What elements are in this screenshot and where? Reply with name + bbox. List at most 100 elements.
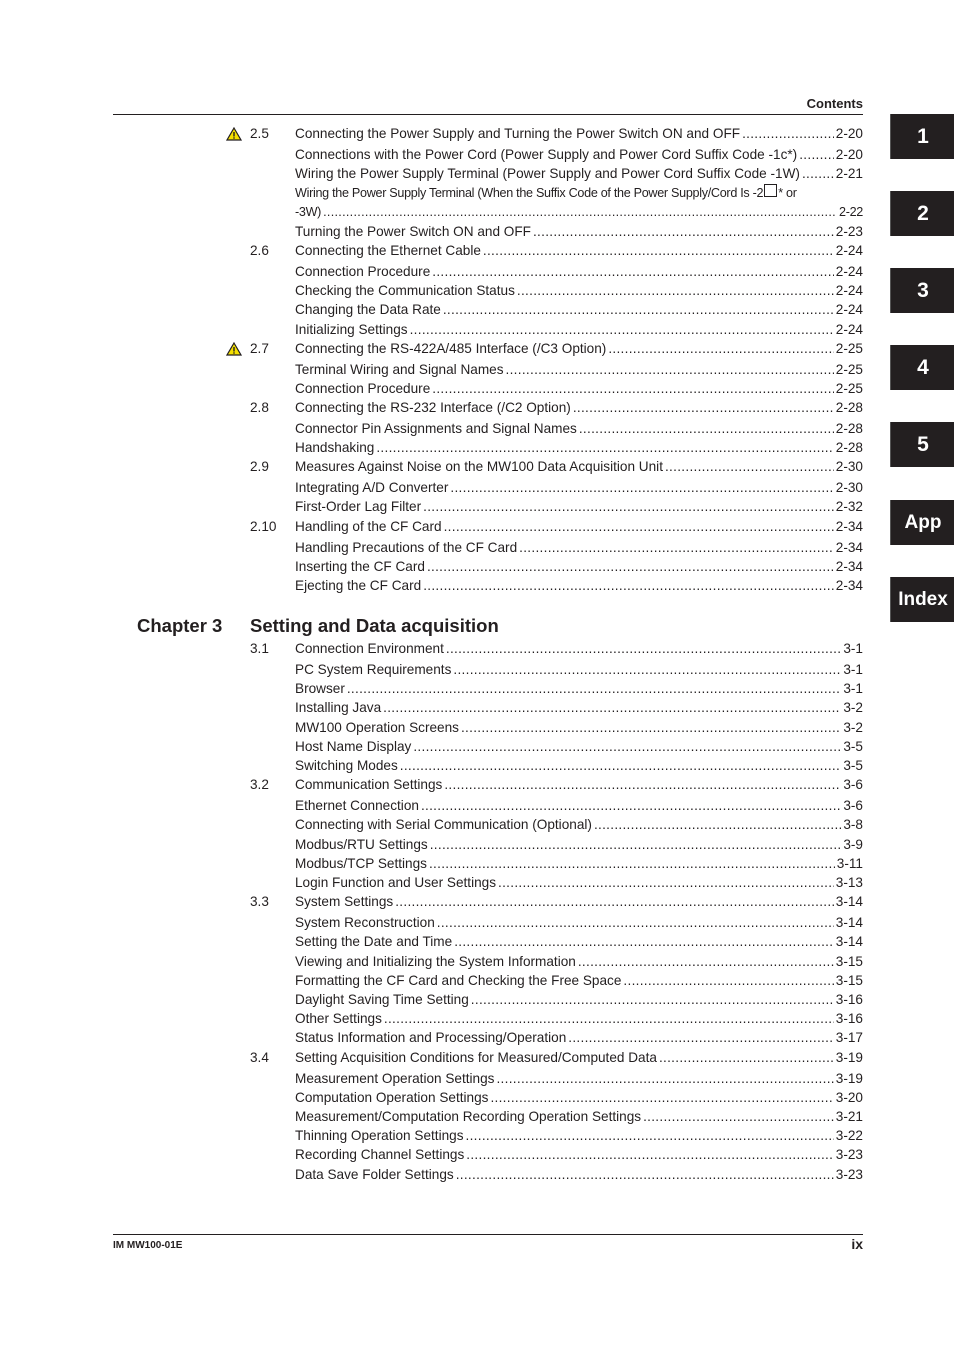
toc-entry[interactable]: Setting the Date and Time 3-14: [295, 933, 863, 951]
toc-entry[interactable]: Viewing and Initializing the System Info…: [295, 953, 863, 971]
chapter-3-label[interactable]: Chapter 3: [137, 615, 222, 637]
toc-entry[interactable]: Checking the Communication Status 2-24: [295, 282, 863, 300]
toc-entry[interactable]: Connection Procedure 2-25: [295, 380, 863, 398]
toc-entry[interactable]: Other Settings 3-16: [295, 1010, 863, 1028]
toc-entry[interactable]: Inserting the CF Card 2-34: [295, 558, 863, 576]
dot-leader: [427, 558, 834, 576]
toc-entry[interactable]: Ejecting the CF Card 2-34: [295, 577, 863, 595]
toc-entry-page: 2-32: [835, 499, 863, 514]
chapter-tab-4[interactable]: 4: [890, 345, 954, 390]
toc-entry-page: 3-15: [835, 973, 863, 988]
toc-entry[interactable]: Turning the Power Switch ON and OFF 2-23: [295, 223, 863, 241]
toc-entry-title: Host Name Display: [295, 739, 412, 754]
toc-section-entry[interactable]: Connecting the Ethernet Cable 2-24: [295, 242, 863, 260]
toc-entry-title: Installing Java: [295, 700, 382, 715]
toc-entry[interactable]: Switching Modes 3-5: [295, 757, 863, 775]
toc-entry-title: Recording Channel Settings: [295, 1147, 465, 1162]
toc-entry[interactable]: System Reconstruction 3-14: [295, 914, 863, 932]
toc-entry-title: Measurement/Computation Recording Operat…: [295, 1109, 642, 1124]
chapter-tab-3[interactable]: 3: [890, 268, 954, 313]
toc-entry-page: 3-22: [835, 1128, 863, 1143]
toc-entry[interactable]: Daylight Saving Time Setting 3-16: [295, 991, 863, 1009]
toc-entry-title: Connecting the RS-422A/485 Interface (/C…: [295, 341, 607, 356]
toc-entry[interactable]: Measurement Operation Settings 3-19: [295, 1070, 863, 1088]
toc-entry[interactable]: Modbus/TCP Settings 3-11: [295, 855, 863, 873]
toc-entry[interactable]: Handling Precautions of the CF Card 2-34: [295, 539, 863, 557]
chapter-tab-2[interactable]: 2: [890, 191, 954, 236]
toc-entry[interactable]: Handshaking 2-28: [295, 439, 863, 457]
toc-entry[interactable]: Ethernet Connection 3-6: [295, 797, 863, 815]
toc-entry-title: Inserting the CF Card: [295, 559, 425, 574]
toc-entry[interactable]: Status Information and Processing/Operat…: [295, 1029, 863, 1047]
toc-entry-title: Other Settings: [295, 1011, 382, 1026]
toc-entry-page: 2-21: [835, 166, 863, 181]
toc-entry-title: Modbus/TCP Settings: [295, 856, 427, 871]
dot-leader: [799, 146, 834, 164]
section-number: 2.6: [250, 243, 269, 258]
toc-entry[interactable]: Connector Pin Assignments and Signal Nam…: [295, 420, 863, 438]
toc-section-entry[interactable]: System Settings 3-14: [295, 893, 863, 911]
toc-entry-page: 3-5: [843, 739, 863, 754]
dot-leader: [643, 1108, 834, 1126]
toc-entry-page: 3-14: [835, 915, 863, 930]
toc-entry[interactable]: Login Function and User Settings 3-13: [295, 874, 863, 892]
toc-entry-line[interactable]: Wiring the Power Supply Terminal (When t…: [295, 184, 863, 202]
toc-entry[interactable]: Connection Procedure 2-24: [295, 263, 863, 281]
chapter-tab-1[interactable]: 1: [890, 114, 954, 159]
toc-section-entry[interactable]: Communication Settings 3-6: [295, 776, 863, 794]
toc-entry-page: 3-2: [843, 720, 863, 735]
toc-section-entry[interactable]: Connecting the RS-232 Interface (/C2 Opt…: [295, 399, 863, 417]
toc-entry[interactable]: Computation Operation Settings 3-20: [295, 1089, 863, 1107]
chapter-tab-app[interactable]: App: [890, 500, 954, 545]
toc-section-entry[interactable]: Measures Against Noise on the MW100 Data…: [295, 458, 863, 476]
dot-leader: [456, 1166, 834, 1184]
toc-entry[interactable]: Connections with the Power Cord (Power S…: [295, 146, 863, 164]
toc-entry-title: Setting the Date and Time: [295, 934, 453, 949]
toc-entry[interactable]: MW100 Operation Screens 3-2: [295, 719, 863, 737]
toc-entry[interactable]: Installing Java 3-2: [295, 699, 863, 717]
toc-section-entry[interactable]: Connecting the Power Supply and Turning …: [295, 125, 863, 143]
dot-leader: [432, 380, 834, 398]
chapter-tab-5[interactable]: 5: [890, 422, 954, 467]
toc-entry-page: 3-1: [843, 681, 863, 696]
toc-entry-page: 2-24: [835, 243, 863, 258]
toc-entry[interactable]: Host Name Display 3-5: [295, 738, 863, 756]
chapter-3-title[interactable]: Setting and Data acquisition: [250, 615, 499, 637]
toc-entry[interactable]: Changing the Data Rate 2-24: [295, 301, 863, 319]
dot-leader: [421, 797, 841, 815]
toc-entry-page: 2-20: [835, 126, 863, 141]
toc-entry-page: 3-16: [835, 1011, 863, 1026]
toc-entry[interactable]: First-Order Lag Filter 2-32: [295, 498, 863, 516]
toc-entry-page: 3-17: [835, 1030, 863, 1045]
toc-entry-title: PC System Requirements: [295, 662, 452, 677]
toc-entry[interactable]: Wiring the Power Supply Terminal (Power …: [295, 165, 863, 183]
dot-leader: [400, 757, 842, 775]
toc-entry-title: Data Save Folder Settings: [295, 1167, 454, 1182]
toc-entry[interactable]: Browser 3-1: [295, 680, 863, 698]
section-number: 3.4: [250, 1050, 269, 1065]
toc-entry[interactable]: Thinning Operation Settings 3-22: [295, 1127, 863, 1145]
dot-leader: [466, 1146, 834, 1164]
toc-entry[interactable]: PC System Requirements 3-1: [295, 661, 863, 679]
toc-entry[interactable]: -3W) 2-22: [295, 203, 863, 221]
toc-entry-title: Ethernet Connection: [295, 798, 419, 813]
toc-entry[interactable]: Connecting with Serial Communication (Op…: [295, 816, 863, 834]
toc-entry[interactable]: Integrating A/D Converter 2-30: [295, 479, 863, 497]
toc-section-entry[interactable]: Connecting the RS-422A/485 Interface (/C…: [295, 340, 863, 358]
toc-section-entry[interactable]: Connection Environment 3-1: [295, 640, 863, 658]
dot-leader: [659, 1049, 834, 1067]
toc-entry[interactable]: Modbus/RTU Settings 3-9: [295, 836, 863, 854]
toc-entry[interactable]: Data Save Folder Settings 3-23: [295, 1166, 863, 1184]
dot-leader: [432, 263, 834, 281]
toc-section-entry[interactable]: Handling of the CF Card 2-34: [295, 518, 863, 536]
toc-entry[interactable]: Formatting the CF Card and Checking the …: [295, 972, 863, 990]
dot-leader: [568, 1029, 834, 1047]
dot-leader: [471, 991, 834, 1009]
chapter-tab-index[interactable]: Index: [890, 577, 954, 622]
toc-entry[interactable]: Initializing Settings 2-24: [295, 321, 863, 339]
toc-entry-title: Connecting the Ethernet Cable: [295, 243, 481, 258]
toc-entry[interactable]: Terminal Wiring and Signal Names 2-25: [295, 361, 863, 379]
toc-section-entry[interactable]: Setting Acquisition Conditions for Measu…: [295, 1049, 863, 1067]
toc-entry[interactable]: Measurement/Computation Recording Operat…: [295, 1108, 863, 1126]
toc-entry[interactable]: Recording Channel Settings 3-23: [295, 1146, 863, 1164]
